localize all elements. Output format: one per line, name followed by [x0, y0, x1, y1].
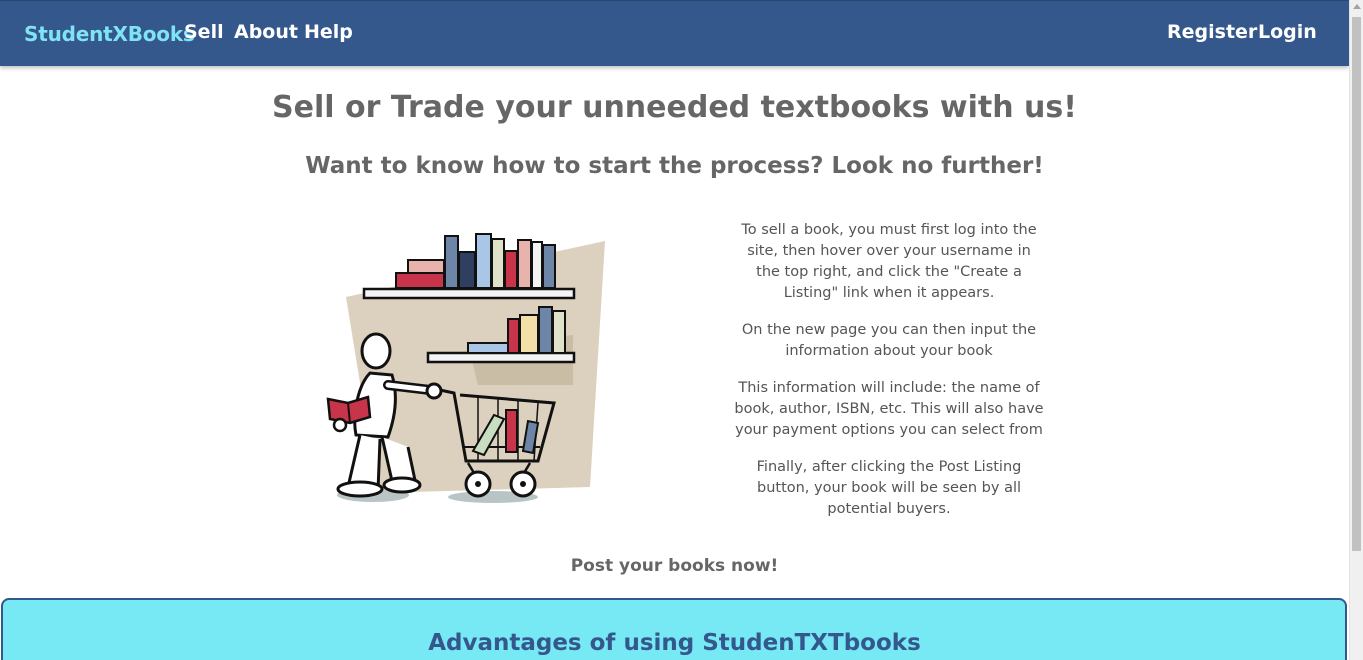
nav-register-link[interactable]: Register [1167, 21, 1257, 43]
nav-sell-link[interactable]: Sell [184, 21, 224, 43]
illustration-top-shelf [362, 287, 576, 300]
instructions-block: To sell a book, you must first log into … [733, 220, 1045, 536]
page: StudentXBooks Sell About Help Register L… [0, 0, 1363, 660]
illustration-middle-shelf [426, 351, 576, 364]
instruction-step-1: To sell a book, you must first log into … [741, 222, 1037, 301]
advantages-title: Advantages of using StudenTXTbooks [428, 630, 921, 656]
post-books-cta: Post your books now! [570, 556, 779, 576]
scroll-up-arrow-icon[interactable] [1353, 4, 1361, 9]
scrollbar-thumb[interactable] [1352, 17, 1361, 551]
instruction-step-4: Finally, after clicking the Post Listing… [756, 459, 1022, 517]
nav-help-link[interactable]: Help [304, 21, 353, 43]
instruction-step-3: This information will include: the name … [734, 380, 1044, 438]
instruction-step-2: On the new page you can then input the i… [741, 322, 1037, 359]
nav-about-link[interactable]: About [234, 21, 298, 43]
page-subtitle: Want to know how to start the process? L… [305, 153, 1044, 179]
shopper-with-bookshelf-illustration [326, 233, 605, 503]
brand-logo-link[interactable]: StudentXBooks [24, 22, 195, 46]
vertical-scrollbar[interactable] [1349, 0, 1363, 660]
nav-login-link[interactable]: Login [1258, 21, 1317, 43]
illustration-person-head [360, 332, 392, 370]
page-title: Sell or Trade your unneeded textbooks wi… [272, 90, 1077, 125]
top-navbar: StudentXBooks Sell About Help Register L… [0, 0, 1349, 66]
